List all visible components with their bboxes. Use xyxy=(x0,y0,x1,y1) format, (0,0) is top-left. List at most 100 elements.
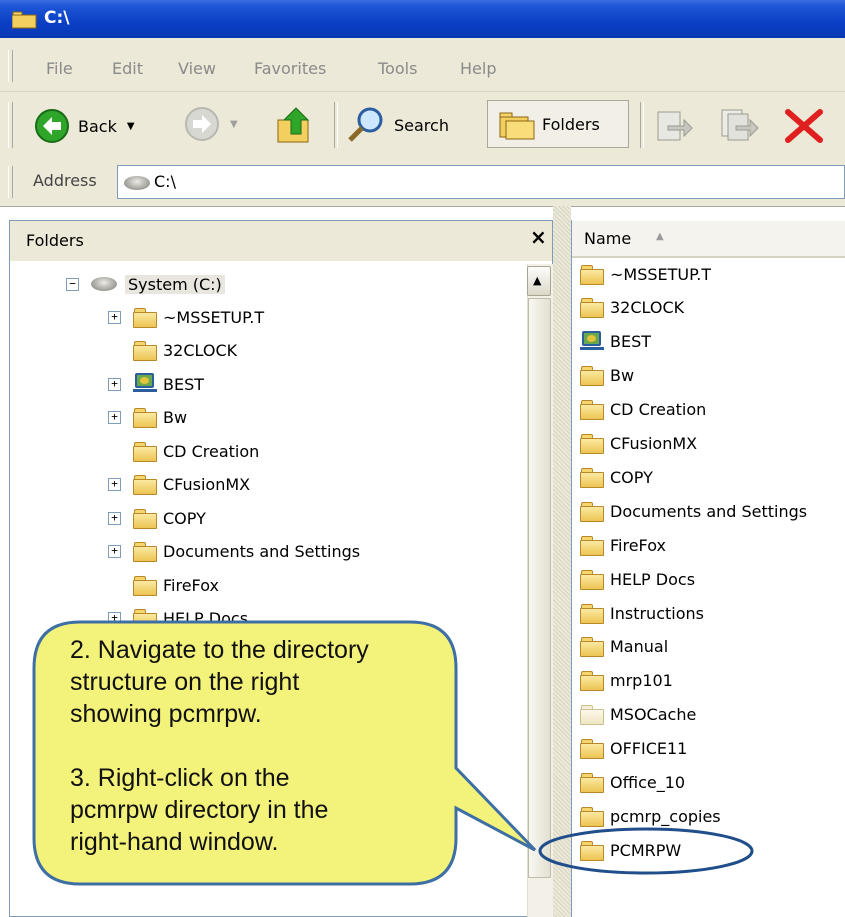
tree-item[interactable]: + CFusionMX xyxy=(108,471,250,499)
tree-item-label: FireFox xyxy=(163,575,219,595)
step2-line2: structure on the right xyxy=(70,668,300,696)
scroll-up-button[interactable]: ▲ xyxy=(527,266,551,296)
menu-help[interactable]: Help xyxy=(460,59,496,78)
file-list-item[interactable]: Office_10 xyxy=(580,769,685,797)
forward-dropdown-icon[interactable]: ▼ xyxy=(230,119,238,130)
close-pane-icon[interactable]: × xyxy=(530,225,547,249)
title-bar: C:\ xyxy=(0,0,845,38)
tree-item[interactable]: + ~MSSETUP.T xyxy=(108,303,264,331)
file-list-item[interactable]: OFFICE11 xyxy=(580,735,687,763)
folder-icon xyxy=(580,569,604,590)
delete-button[interactable] xyxy=(784,108,824,148)
tree-item[interactable]: + Bw xyxy=(108,404,187,432)
file-list-item-label: HELP Docs xyxy=(610,569,696,589)
folder-icon xyxy=(133,475,157,495)
file-list-item-label: Bw xyxy=(610,366,635,386)
file-list-item[interactable]: Manual xyxy=(580,633,668,661)
file-list-item-label: FireFox xyxy=(610,535,666,555)
file-list-item-label: MSOCache xyxy=(610,705,697,725)
file-list-item-label: Instructions xyxy=(610,603,704,623)
folder-icon xyxy=(580,434,604,454)
menu-favorites[interactable]: Favorites xyxy=(254,59,326,78)
folder-icon xyxy=(580,264,604,285)
menu-edit[interactable]: Edit xyxy=(112,59,143,78)
file-list-item[interactable]: Documents and Settings xyxy=(580,497,807,525)
expand-icon[interactable]: + xyxy=(108,411,121,424)
tree-root[interactable]: − System (C:) xyxy=(66,270,225,298)
file-list-item[interactable]: 32CLOCK xyxy=(580,294,684,322)
folders-button[interactable]: Folders xyxy=(487,100,629,148)
step3-line3: right-hand window. xyxy=(70,828,279,856)
address-field[interactable]: C:\ xyxy=(117,165,845,199)
tree-item[interactable]: FireFox xyxy=(108,571,219,599)
network-computer-icon xyxy=(133,373,157,395)
file-list-item[interactable]: Instructions xyxy=(580,599,704,627)
expand-icon[interactable]: + xyxy=(108,478,121,491)
tree-item-label: BEST xyxy=(163,374,205,394)
folder-icon xyxy=(580,739,604,760)
tree-item[interactable]: CD Creation xyxy=(108,437,259,465)
folder-icon xyxy=(580,501,604,522)
expand-icon xyxy=(108,578,121,592)
folder-icon xyxy=(133,341,157,361)
menu-tools[interactable]: Tools xyxy=(378,59,417,78)
file-list-item[interactable]: Bw xyxy=(580,362,634,390)
expand-icon[interactable]: + xyxy=(108,511,121,525)
menu-bar: File Edit View Favorites Tools Help xyxy=(0,38,845,92)
folders-pane-header: Folders × xyxy=(10,221,552,261)
drive-icon xyxy=(91,277,117,291)
folder-icon xyxy=(133,575,157,596)
file-list-item[interactable]: mrp101 xyxy=(580,667,673,695)
file-list-item-label: CD Creation xyxy=(610,400,707,420)
file-list-item[interactable]: CFusionMX xyxy=(580,430,697,458)
tree-item[interactable]: 32CLOCK xyxy=(108,337,237,365)
copy-to-button[interactable] xyxy=(718,106,760,148)
menu-view[interactable]: View xyxy=(178,59,216,78)
tree-item[interactable]: + BEST xyxy=(108,370,204,398)
menu-file[interactable]: File xyxy=(46,59,73,78)
copy-to-icon xyxy=(721,109,759,141)
expand-icon[interactable]: + xyxy=(108,545,121,558)
expand-icon[interactable]: + xyxy=(108,310,121,324)
folder-icon xyxy=(133,307,157,328)
file-list-item[interactable]: MSOCache xyxy=(580,701,696,729)
tree-item-label: 32CLOCK xyxy=(163,341,238,360)
file-list-item-label: ~MSSETUP.T xyxy=(610,264,712,284)
address-grip[interactable] xyxy=(8,166,13,198)
tree-item-label: CFusionMX xyxy=(163,475,251,494)
move-to-button[interactable] xyxy=(654,106,694,148)
folder-icon xyxy=(580,603,604,624)
back-label: Back xyxy=(78,116,117,136)
pane-splitter[interactable] xyxy=(553,206,571,917)
file-list-item-label: CFusionMX xyxy=(610,434,698,453)
toolbar-grip[interactable] xyxy=(8,102,13,148)
folder-icon xyxy=(580,671,604,692)
expand-icon[interactable]: + xyxy=(108,377,121,391)
tree-item[interactable]: + COPY xyxy=(108,504,206,532)
search-icon xyxy=(348,107,383,142)
folders-icon xyxy=(499,112,535,140)
file-list-item-label: Documents and Settings xyxy=(610,501,808,521)
file-list-item[interactable]: HELP Docs xyxy=(580,565,695,593)
forward-button[interactable]: ▼ xyxy=(184,106,238,142)
back-button[interactable]: Back ▼ xyxy=(34,106,135,146)
file-list-item-label: OFFICE11 xyxy=(610,739,688,759)
up-folder-icon xyxy=(277,107,310,143)
file-list-item[interactable]: BEST xyxy=(580,328,651,356)
step3-line1: 3. Right-click on the xyxy=(70,764,290,792)
file-list-item[interactable]: COPY xyxy=(580,463,653,491)
collapse-icon[interactable]: − xyxy=(66,277,79,291)
name-column-header[interactable]: Name ▲ xyxy=(572,221,845,258)
back-dropdown-icon[interactable]: ▼ xyxy=(127,121,135,132)
search-button[interactable]: Search xyxy=(346,106,449,144)
file-list-item[interactable]: ~MSSETUP.T xyxy=(580,260,711,288)
folder-icon xyxy=(580,400,604,421)
tree-item[interactable]: + Documents and Settings xyxy=(108,538,360,566)
toolbar-separator-2 xyxy=(640,102,644,148)
file-list-item-label: BEST xyxy=(610,332,652,352)
menu-grip[interactable] xyxy=(8,50,13,82)
file-list-item[interactable]: FireFox xyxy=(580,531,666,559)
up-folder-button[interactable] xyxy=(276,104,316,150)
address-label: Address xyxy=(33,171,97,190)
file-list-item[interactable]: CD Creation xyxy=(580,396,706,424)
